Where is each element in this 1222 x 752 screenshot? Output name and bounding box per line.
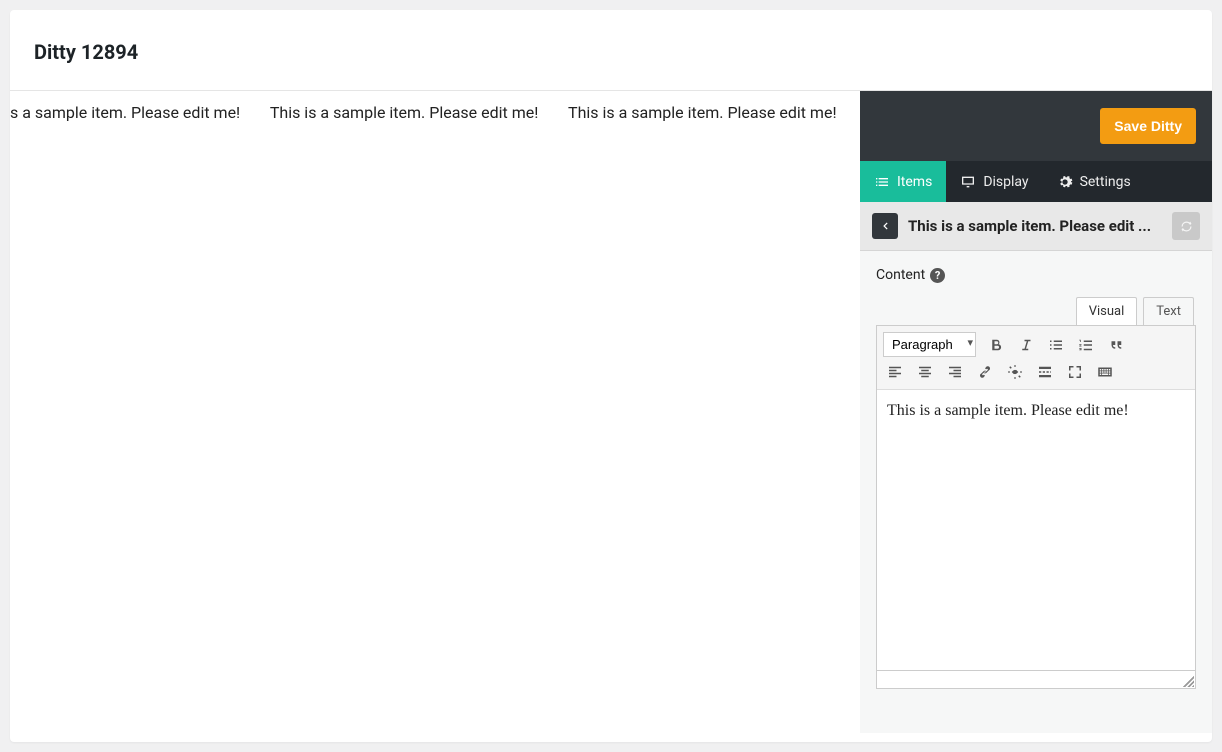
bullet-list-button[interactable] bbox=[1042, 332, 1070, 358]
tab-label: Items bbox=[897, 174, 932, 190]
unlink-button[interactable] bbox=[1001, 359, 1029, 385]
bold-button[interactable] bbox=[982, 332, 1010, 358]
keyboard-icon bbox=[1096, 363, 1114, 381]
tab-display[interactable]: Display bbox=[946, 161, 1042, 202]
tab-label: Settings bbox=[1080, 174, 1131, 190]
back-button[interactable] bbox=[872, 213, 898, 239]
format-select-wrap: Paragraph bbox=[881, 330, 980, 359]
blockquote-button[interactable] bbox=[1102, 332, 1130, 358]
toolbar-toggle-button[interactable] bbox=[1091, 359, 1119, 385]
editor-statusbar bbox=[876, 671, 1196, 689]
read-more-button[interactable] bbox=[1031, 359, 1059, 385]
page-header: Ditty 12894 bbox=[10, 10, 1212, 91]
align-center-icon bbox=[916, 363, 934, 381]
align-left-icon bbox=[886, 363, 904, 381]
fullscreen-button[interactable] bbox=[1061, 359, 1089, 385]
italic-button[interactable] bbox=[1012, 332, 1040, 358]
field-label: Content ? bbox=[876, 267, 1196, 283]
italic-icon bbox=[1017, 336, 1035, 354]
link-icon bbox=[976, 363, 994, 381]
chevron-left-icon bbox=[878, 219, 892, 233]
resize-handle[interactable] bbox=[1180, 673, 1194, 687]
monitor-icon bbox=[960, 174, 976, 190]
panel-header: Save Ditty bbox=[860, 91, 1212, 161]
gear-icon bbox=[1057, 174, 1073, 190]
tab-settings[interactable]: Settings bbox=[1043, 161, 1145, 202]
bold-icon bbox=[987, 336, 1005, 354]
editor-paragraph: This is a sample item. Please edit me! bbox=[887, 402, 1185, 420]
editor-toolbar: Paragraph bbox=[877, 326, 1195, 390]
panel-tabs: Items Display Settings bbox=[860, 161, 1212, 202]
bullet-list-icon bbox=[1047, 336, 1065, 354]
quote-icon bbox=[1107, 336, 1125, 354]
numbered-list-button[interactable] bbox=[1072, 332, 1100, 358]
content-area: Content ? Visual Text Paragraph bbox=[860, 251, 1212, 733]
crumb-title: This is a sample item. Please edit ... bbox=[908, 217, 1162, 235]
numbered-list-icon bbox=[1077, 336, 1095, 354]
editor-tab-visual[interactable]: Visual bbox=[1076, 297, 1138, 325]
insert-more-icon bbox=[1036, 363, 1054, 381]
align-left-button[interactable] bbox=[881, 359, 909, 385]
align-right-icon bbox=[946, 363, 964, 381]
ticker-item: This is a sample item. Please edit me! bbox=[270, 103, 539, 122]
tab-label: Display bbox=[983, 174, 1028, 190]
tab-items[interactable]: Items bbox=[860, 161, 946, 202]
link-button[interactable] bbox=[971, 359, 999, 385]
page-body: s a sample item. Please edit me! This is… bbox=[10, 91, 1212, 733]
editor-content[interactable]: This is a sample item. Please edit me! bbox=[877, 390, 1195, 670]
help-icon[interactable]: ? bbox=[930, 268, 945, 283]
editor-card: Ditty 12894 s a sample item. Please edit… bbox=[10, 10, 1212, 742]
ticker-item: This is a sample item. Please edit me! bbox=[568, 103, 837, 122]
wysiwyg-editor: Paragraph bbox=[876, 325, 1196, 671]
refresh-button[interactable] bbox=[1172, 212, 1200, 240]
align-right-button[interactable] bbox=[941, 359, 969, 385]
item-crumb: This is a sample item. Please edit ... bbox=[860, 202, 1212, 251]
ticker-item: s a sample item. Please edit me! bbox=[10, 103, 240, 122]
page-title: Ditty 12894 bbox=[34, 40, 1188, 64]
side-panel: Save Ditty Items Display Settings bbox=[860, 91, 1212, 733]
list-icon bbox=[874, 174, 890, 190]
field-label-text: Content bbox=[876, 267, 925, 283]
unlink-icon bbox=[1006, 363, 1024, 381]
refresh-icon bbox=[1179, 219, 1194, 234]
save-button[interactable]: Save Ditty bbox=[1100, 108, 1196, 144]
align-center-button[interactable] bbox=[911, 359, 939, 385]
editor-mode-tabs: Visual Text bbox=[876, 297, 1196, 325]
fullscreen-icon bbox=[1066, 363, 1084, 381]
editor-tab-text[interactable]: Text bbox=[1143, 297, 1194, 325]
format-select[interactable]: Paragraph bbox=[883, 332, 976, 357]
